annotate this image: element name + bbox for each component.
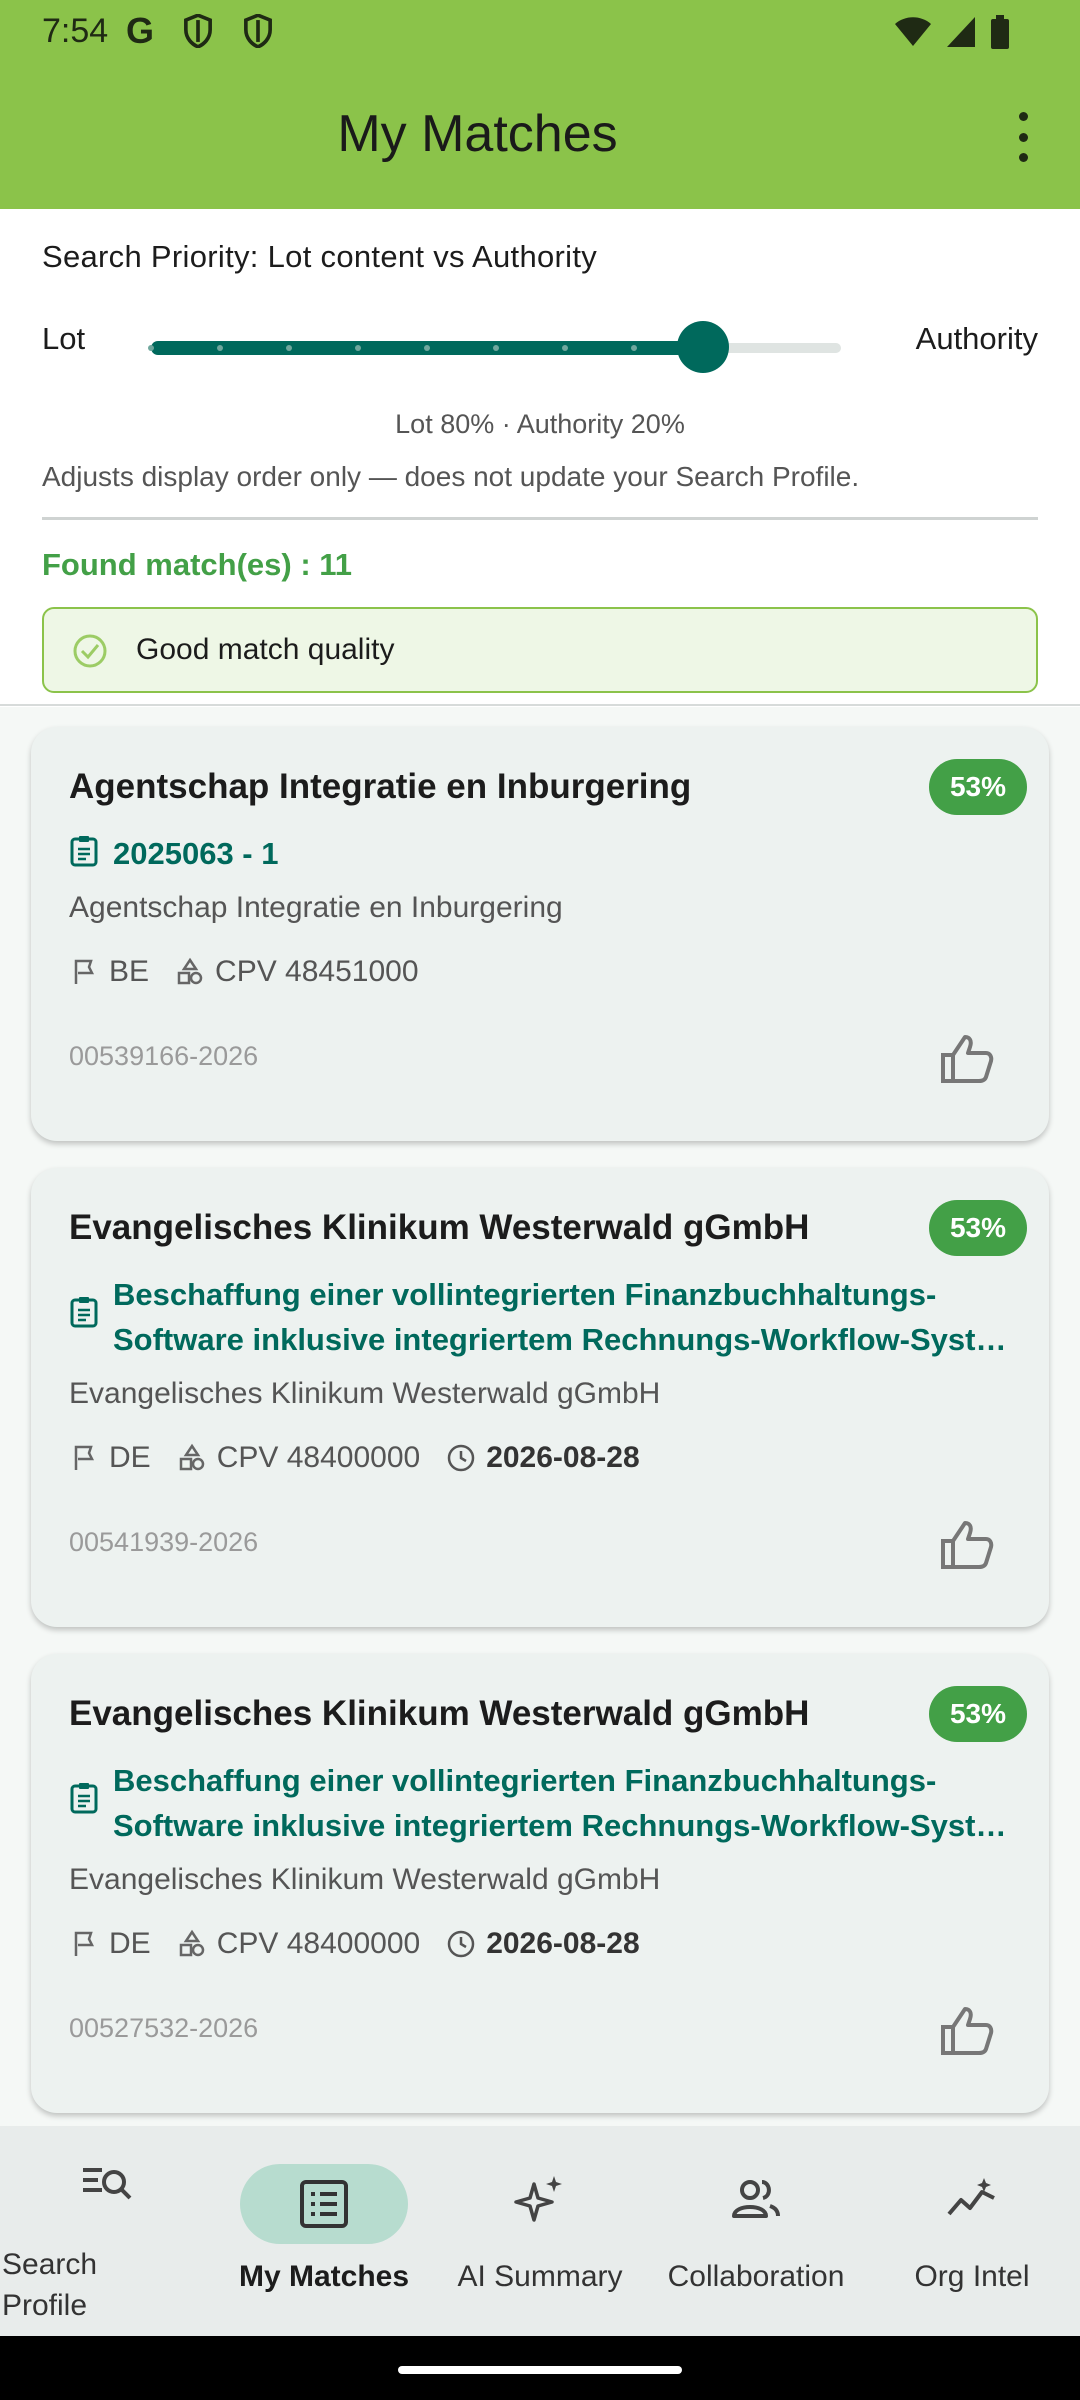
score-badge: 53%	[929, 759, 1027, 815]
list-alt-icon	[300, 2180, 348, 2228]
shield-icon	[244, 14, 272, 48]
country-code: BE	[109, 955, 150, 988]
match-quality-text: Good match quality	[136, 633, 395, 666]
slider-tick	[493, 345, 499, 351]
clipboard-icon	[70, 1297, 98, 1328]
category-icon	[179, 1929, 204, 1957]
category-icon	[177, 957, 203, 985]
thumbs-up-icon[interactable]	[939, 1033, 995, 1085]
authority-name: Agentschap Integratie en Inburgering	[69, 891, 563, 924]
more-vert-icon[interactable]	[1006, 112, 1040, 162]
slider-tick	[562, 345, 568, 351]
slider-tick	[631, 345, 637, 351]
country-code: DE	[109, 1441, 151, 1474]
nav-label: Collaboration	[667, 2260, 845, 2293]
lot-title-line: Software inklusive integriertem Rechnung…	[113, 1322, 1013, 1357]
nav-item-search-profile[interactable]: Search Profile	[0, 2126, 216, 2336]
found-count: Found match(es) : 11	[42, 547, 353, 582]
flag-icon	[74, 1445, 95, 1470]
sparkle-icon	[514, 2176, 562, 2222]
flag-icon	[74, 1931, 95, 1956]
nav-label: My Matches	[238, 2260, 410, 2293]
nav-item-org-intel[interactable]: Org Intel	[864, 2126, 1080, 2336]
card-meta: DE CPV 48400000 2026-08-28	[69, 1924, 666, 1964]
clipboard-icon	[70, 1783, 98, 1814]
card-title: Evangelisches Klinikum Westerwald gGmbH	[69, 1694, 810, 1733]
priority-note: Adjusts display order only — does not up…	[42, 461, 860, 492]
nav-item-ai-summary[interactable]: AI Summary	[432, 2126, 648, 2336]
score-badge: 53%	[929, 1200, 1027, 1256]
nav-label: Org Intel	[914, 2260, 1030, 2293]
flag-icon	[74, 959, 95, 984]
card-title: Evangelisches Klinikum Westerwald gGmbH	[69, 1208, 810, 1247]
wifi-icon	[895, 17, 931, 46]
card-meta: DE CPV 48400000 2026-08-28	[69, 1438, 666, 1478]
check-circle-icon	[73, 634, 107, 668]
category-icon	[179, 1443, 204, 1471]
priority-values: Lot 80% · Authority 20%	[395, 409, 685, 439]
lot-title[interactable]: 2025063 - 1	[113, 831, 1013, 876]
lot-title-line: Beschaffung einer vollintegrierten Finan…	[113, 1763, 937, 1798]
priority-slider[interactable]	[148, 317, 841, 377]
card-meta: BE CPV 48451000	[69, 952, 445, 992]
cpv-code: CPV 48451000	[215, 955, 419, 988]
clock-icon	[447, 1444, 475, 1472]
nav-label: AI Summary	[457, 2260, 623, 2293]
authority-name: Evangelisches Klinikum Westerwald gGmbH	[69, 1377, 661, 1410]
battery-icon	[991, 15, 1009, 49]
people-icon	[732, 2180, 780, 2218]
country-code: DE	[109, 1927, 151, 1960]
shield-icon	[184, 14, 212, 48]
lot-title-line: Software inklusive integriertem Rechnung…	[113, 1808, 1013, 1843]
nav-item-collaboration[interactable]: Collaboration	[648, 2126, 864, 2336]
score-badge: 53%	[929, 1686, 1027, 1742]
priority-title: Search Priority: Lot content vs Authorit…	[42, 239, 598, 274]
slider-tick	[286, 345, 292, 351]
slider-tick	[217, 345, 223, 351]
deadline-date: 2026-08-28	[486, 1441, 640, 1474]
search-list-icon	[83, 2168, 132, 2200]
lot-title[interactable]: Beschaffung einer vollintegrierten Finan…	[113, 1272, 1013, 1362]
notice-reference: 00541939-2026	[69, 1527, 259, 1557]
lot-title-line: Beschaffung einer vollintegrierten Finan…	[113, 1277, 937, 1312]
slider-thumb[interactable]	[677, 321, 729, 373]
thumbs-up-icon[interactable]	[939, 1519, 995, 1571]
insights-icon	[947, 2178, 995, 2216]
authority-name: Evangelisches Klinikum Westerwald gGmbH	[69, 1863, 661, 1896]
match-card[interactable]: Evangelisches Klinikum Westerwald gGmbH …	[31, 1654, 1049, 2113]
notice-reference: 00539166-2026	[69, 1041, 259, 1071]
cpv-code: CPV 48400000	[216, 1441, 421, 1474]
google-icon: G	[126, 10, 155, 51]
slider-right-label: Authority	[915, 321, 1038, 356]
slider-left-label: Lot	[42, 321, 86, 356]
nav-label: Search Profile	[2, 2248, 98, 2322]
match-quality-banner: Good match quality	[42, 607, 1038, 693]
app-bar: 7:54 G My Matches	[0, 0, 1080, 209]
status-icons	[894, 14, 1010, 50]
divider	[42, 517, 1038, 520]
clipboard-icon	[70, 836, 98, 867]
lot-title[interactable]: Beschaffung einer vollintegrierten Finan…	[113, 1758, 1013, 1848]
slider-tick	[424, 345, 430, 351]
cpv-code: CPV 48400000	[216, 1927, 421, 1960]
search-priority-panel: Search Priority: Lot content vs Authorit…	[0, 209, 1080, 707]
clock-icon	[447, 1930, 475, 1958]
bottom-navigation: Search Profile My Matches AI Summary Coll…	[0, 2126, 1080, 2336]
card-title: Agentschap Integratie en Inburgering	[69, 767, 692, 806]
nav-item-my-matches[interactable]: My Matches	[216, 2126, 432, 2336]
thumbs-up-icon[interactable]	[939, 2005, 995, 2057]
match-card[interactable]: Evangelisches Klinikum Westerwald gGmbH …	[31, 1168, 1049, 1627]
home-indicator[interactable]	[398, 2366, 682, 2374]
match-card[interactable]: Agentschap Integratie en Inburgering 53%…	[31, 727, 1049, 1141]
status-bar: 7:54 G	[0, 0, 1080, 64]
notice-reference: 00527532-2026	[69, 2013, 259, 2043]
status-time: 7:54	[42, 12, 109, 50]
signal-icon	[947, 17, 975, 47]
slider-tick	[148, 345, 154, 351]
deadline-date: 2026-08-28	[486, 1927, 640, 1960]
lot-title-line: 2025063 - 1	[113, 836, 279, 871]
divider	[0, 704, 1080, 706]
page-title: My Matches	[337, 105, 618, 163]
slider-tick	[355, 345, 361, 351]
